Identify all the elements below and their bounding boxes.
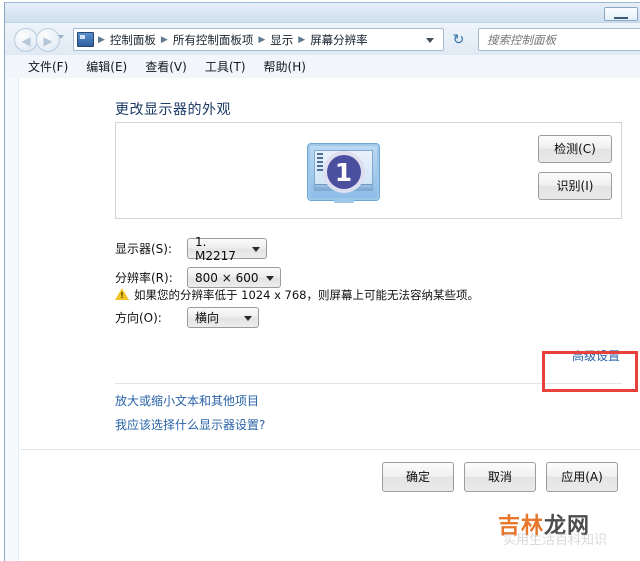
address-bar[interactable]: ▶ 控制面板 ▶ 所有控制面板项 ▶ 显示 ▶ 屏幕分辨率 bbox=[73, 28, 444, 51]
breadcrumb-separator-1: ▶ bbox=[160, 34, 168, 45]
orientation-row: 方向(O): 横向 bbox=[115, 307, 259, 328]
chevron-down-icon bbox=[266, 276, 274, 281]
advanced-settings-link[interactable]: 高级设置 bbox=[572, 349, 620, 364]
back-arrow-icon: ◀ bbox=[21, 34, 31, 48]
back-button[interactable]: ◀ bbox=[14, 28, 38, 52]
resolution-label: 分辨率(R): bbox=[115, 271, 173, 285]
navigation-buttons: ◀ ▶ bbox=[14, 27, 68, 53]
orientation-select[interactable]: 横向 bbox=[187, 307, 259, 328]
ok-button[interactable]: 确定 bbox=[382, 462, 454, 492]
display-help-link[interactable]: 我应该选择什么显示器设置? bbox=[115, 416, 265, 433]
display-select-value: 1. M2217 bbox=[195, 234, 236, 263]
breadcrumb-item-2[interactable]: 显示 bbox=[267, 32, 296, 48]
display-preview-panel: 1 检测(C) 识别(I) bbox=[115, 122, 622, 219]
explorer-window: ◀ ▶ ▶ 控制面板 ▶ 所有控制面板项 ▶ 显示 ▶ 屏幕分辨率 ↻ 搜索控制… bbox=[4, 2, 640, 561]
address-toolbar: ◀ ▶ ▶ 控制面板 ▶ 所有控制面板项 ▶ 显示 ▶ 屏幕分辨率 ↻ bbox=[5, 23, 640, 55]
breadcrumb-item-0[interactable]: 控制面板 bbox=[107, 32, 159, 48]
apply-button[interactable]: 应用(A) bbox=[546, 462, 618, 492]
monitor-number-badge: 1 bbox=[322, 151, 365, 193]
menu-tools[interactable]: 工具(T) bbox=[196, 56, 255, 78]
resolution-select[interactable]: 800 × 600 bbox=[187, 267, 281, 288]
resolution-row: 分辨率(R): 800 × 600 bbox=[115, 267, 281, 288]
dialog-buttons: 确定 取消 应用(A) bbox=[382, 462, 618, 492]
search-input[interactable] bbox=[479, 29, 640, 50]
menu-bar: 文件(F) 编辑(E) 查看(V) 工具(T) 帮助(H) bbox=[5, 55, 640, 78]
breadcrumb: ▶ 控制面板 ▶ 所有控制面板项 ▶ 显示 ▶ 屏幕分辨率 bbox=[96, 32, 371, 48]
monitor-preview-1[interactable]: 1 bbox=[308, 144, 379, 203]
watermark-subtitle: 实用生活百科知识 bbox=[503, 533, 608, 548]
display-label: 显示器(S): bbox=[115, 242, 173, 256]
breadcrumb-separator-0: ▶ bbox=[98, 34, 105, 45]
resolution-warning-text: 如果您的分辨率低于 1024 x 768，则屏幕上可能无法容纳某些项。 bbox=[134, 288, 479, 302]
identify-button[interactable]: 识别(I) bbox=[538, 172, 612, 200]
monitor-stand-icon bbox=[333, 199, 354, 203]
breadcrumb-item-3[interactable]: 屏幕分辨率 bbox=[307, 32, 371, 48]
orientation-label: 方向(O): bbox=[115, 311, 162, 325]
menu-file[interactable]: 文件(F) bbox=[19, 56, 77, 78]
text-size-link[interactable]: 放大或缩小文本和其他项目 bbox=[115, 392, 259, 409]
search-box[interactable] bbox=[478, 28, 640, 51]
breadcrumb-separator-3: ▶ bbox=[298, 34, 306, 45]
recent-pages-chevron-icon[interactable] bbox=[58, 35, 64, 39]
detect-button[interactable]: 检测(C) bbox=[538, 135, 612, 163]
warning-icon bbox=[115, 288, 129, 301]
menu-help[interactable]: 帮助(H) bbox=[255, 56, 315, 78]
window-body: 更改显示器的外观 1 检测(C) 识别(I) 显示器(S): 1. M2217 … bbox=[5, 78, 640, 561]
menu-view[interactable]: 查看(V) bbox=[136, 56, 196, 78]
refresh-button[interactable]: ↻ bbox=[447, 28, 470, 51]
display-row: 显示器(S): 1. M2217 bbox=[115, 235, 267, 263]
chevron-down-icon bbox=[244, 316, 252, 321]
advanced-settings-wrap: 高级设置 bbox=[572, 345, 620, 364]
address-dropdown-icon[interactable] bbox=[426, 38, 434, 43]
preview-actions: 检测(C) 识别(I) bbox=[538, 135, 612, 200]
footer-divider bbox=[20, 449, 640, 450]
page-title: 更改显示器的外观 bbox=[115, 102, 231, 118]
refresh-icon: ↻ bbox=[452, 31, 465, 48]
content-pane: 更改显示器的外观 1 检测(C) 识别(I) 显示器(S): 1. M2217 … bbox=[20, 78, 640, 561]
menu-edit[interactable]: 编辑(E) bbox=[77, 56, 136, 78]
content-divider bbox=[115, 383, 622, 384]
breadcrumb-separator-2: ▶ bbox=[258, 34, 266, 45]
resolution-select-value: 800 × 600 bbox=[195, 270, 259, 285]
resolution-warning: 如果您的分辨率低于 1024 x 768，则屏幕上可能无法容纳某些项。 bbox=[115, 287, 479, 303]
breadcrumb-item-1[interactable]: 所有控制面板项 bbox=[170, 32, 257, 48]
chevron-down-icon bbox=[252, 247, 260, 252]
minimize-button[interactable] bbox=[604, 7, 638, 21]
control-panel-icon bbox=[77, 32, 94, 47]
forward-arrow-icon: ▶ bbox=[43, 34, 53, 48]
orientation-select-value: 横向 bbox=[195, 311, 220, 325]
navigation-pane bbox=[5, 78, 19, 561]
display-select[interactable]: 1. M2217 bbox=[187, 235, 267, 263]
window-titlebar bbox=[5, 3, 640, 23]
cancel-button[interactable]: 取消 bbox=[464, 462, 536, 492]
forward-button[interactable]: ▶ bbox=[36, 28, 60, 52]
